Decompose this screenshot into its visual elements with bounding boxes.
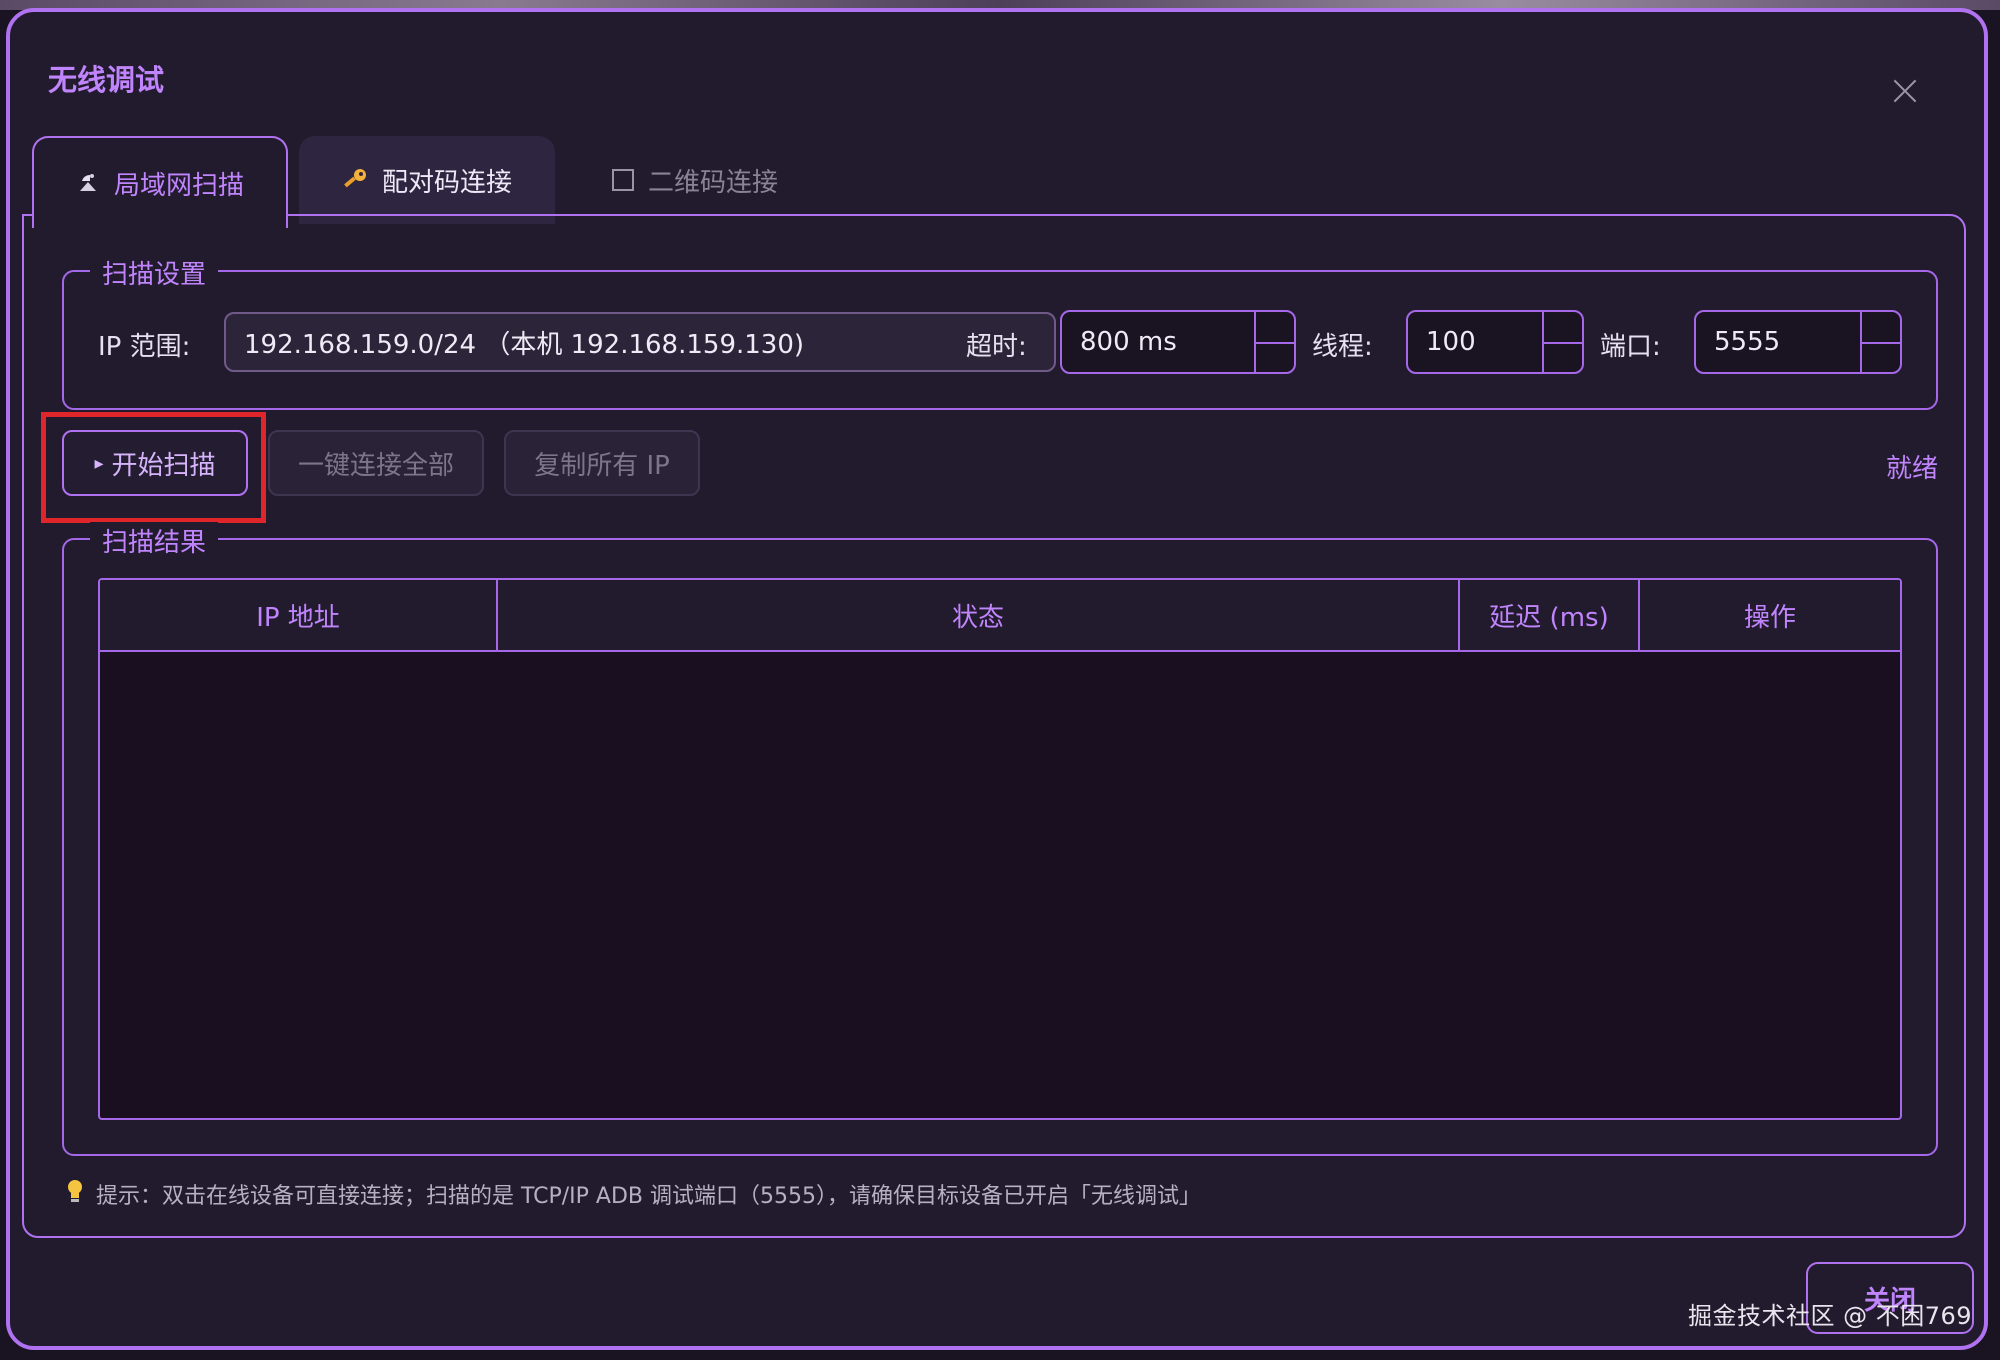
port-spinbox[interactable]: 5555 [1694,310,1902,374]
threads-spinbox[interactable]: 100 [1406,310,1584,374]
timeout-spinbox[interactable]: 800 ms [1060,310,1296,374]
copy-all-ip-button[interactable]: 复制所有 IP [504,430,700,496]
scan-settings-legend: 扫描设置 [90,254,219,291]
status-text: 就绪 [1886,454,1939,484]
threads-label: 线程: [1312,332,1373,362]
ip-range-label: IP 范围: [98,332,191,362]
tab-lan-scan[interactable]: 局域网扫描 [32,136,288,228]
table-header: IP 地址 状态 延迟 (ms) 操作 [100,580,1900,652]
connect-all-label: 一键连接全部 [297,450,454,481]
column-header-latency[interactable]: 延迟 (ms) [1460,580,1640,650]
tip-line: 提示：双击在线设备可直接连接；扫描的是 TCP/IP ADB 调试端口（5555… [66,1178,1201,1210]
connect-all-button[interactable]: 一键连接全部 [268,430,484,496]
tab-label: 二维码连接 [647,167,778,198]
checkbox-icon [611,169,634,191]
column-header-ip[interactable]: IP 地址 [100,580,498,650]
ip-range-field[interactable]: 192.168.159.0/24 （本机 192.168.159.130) [224,312,1056,372]
dialog-title: 无线调试 [48,63,165,97]
watermark: 掘金技术社区 @ 不困769 [1688,1302,1973,1330]
highlight-box [41,412,266,523]
port-value: 5555 [1714,327,1781,357]
timeout-value: 800 ms [1080,327,1177,357]
scan-results-legend: 扫描结果 [90,522,219,559]
timeout-stepper[interactable] [1254,312,1294,372]
threads-value: 100 [1426,327,1476,357]
radar-dish-icon [76,171,100,195]
column-header-action[interactable]: 操作 [1640,580,1900,650]
results-table[interactable]: IP 地址 状态 延迟 (ms) 操作 [98,578,1902,1120]
lightbulb-icon [66,1179,84,1209]
key-icon [342,167,368,193]
tab-label: 局域网扫描 [113,170,244,201]
tab-qr-code[interactable]: 二维码连接 [570,136,820,224]
tip-text: 提示：双击在线设备可直接连接；扫描的是 TCP/IP ADB 调试端口（5555… [96,1184,1201,1209]
timeout-label: 超时: [966,332,1027,362]
close-icon[interactable] [1890,76,1920,106]
tab-pairing-code[interactable]: 配对码连接 [299,136,555,224]
threads-stepper[interactable] [1542,312,1582,372]
copy-all-ip-label: 复制所有 IP [534,450,670,481]
port-label: 端口: [1600,332,1661,362]
tab-label: 配对码连接 [381,167,512,198]
port-stepper[interactable] [1860,312,1900,372]
column-header-status[interactable]: 状态 [498,580,1460,650]
ip-range-value: 192.168.159.0/24 （本机 192.168.159.130) [244,329,805,360]
